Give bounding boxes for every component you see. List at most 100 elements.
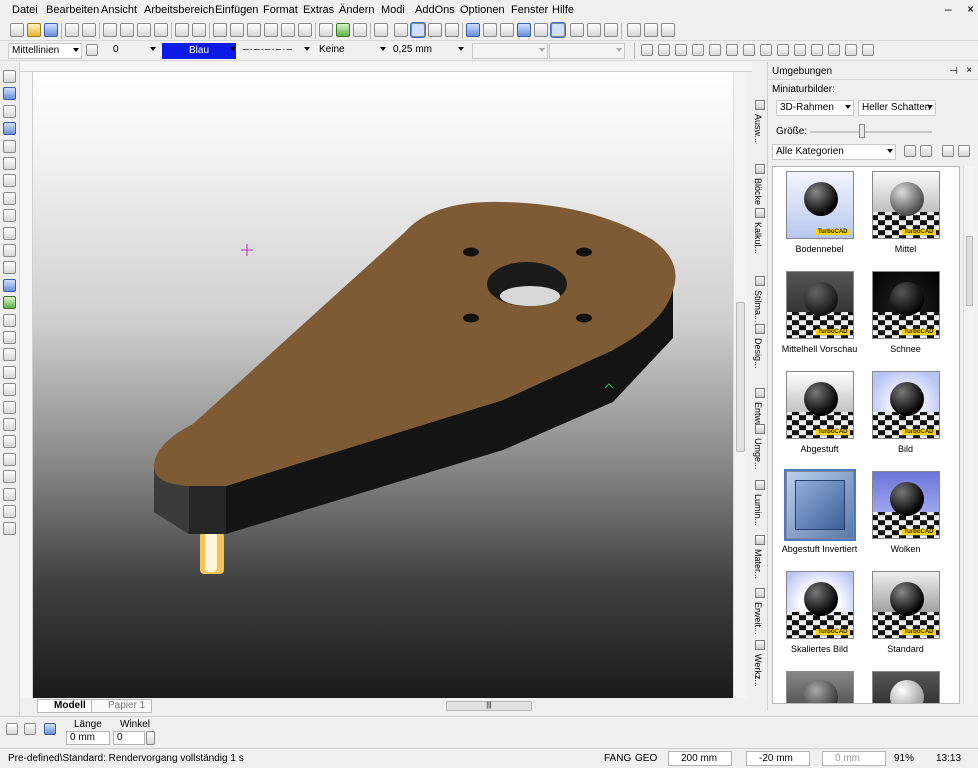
ungroup-icon[interactable] [794, 44, 806, 56]
cut-icon[interactable] [103, 23, 117, 37]
pin-icon[interactable]: ⊣ [949, 66, 958, 77]
library-icon[interactable] [904, 145, 916, 157]
drawing-viewport[interactable] [33, 72, 733, 698]
layer-number-select[interactable]: 0 [110, 43, 158, 59]
arc-icon[interactable] [3, 174, 16, 188]
snap-toggle[interactable]: FANG [604, 753, 631, 764]
close-button[interactable]: × [967, 2, 974, 16]
select-icon[interactable] [3, 70, 16, 83]
tab-calculator[interactable]: Kalkul... [753, 208, 767, 254]
dimension-icon[interactable] [3, 313, 16, 327]
array-icon[interactable] [3, 505, 16, 518]
curve-icon[interactable] [3, 191, 16, 205]
tab-paper-1[interactable]: Papier 1 [91, 699, 153, 713]
tab-design[interactable]: Desig... [753, 324, 767, 369]
angle-stepper[interactable] [146, 731, 155, 745]
multi-line-icon[interactable] [3, 122, 16, 136]
environment-tile[interactable]: Abgestuft Invertiert [777, 469, 862, 554]
category-select[interactable]: Alle Kategorien [772, 144, 896, 160]
table-icon[interactable] [44, 723, 56, 735]
cancel-icon[interactable] [24, 723, 36, 735]
render-icon[interactable] [466, 23, 480, 37]
polygon-icon[interactable] [3, 226, 16, 240]
redo-icon[interactable] [192, 23, 206, 37]
snap-point-icon[interactable] [3, 331, 16, 344]
tab-environments[interactable]: Umge... [753, 424, 767, 470]
transform-icon[interactable] [811, 44, 823, 56]
print-preview-icon[interactable] [82, 23, 96, 37]
length-field[interactable]: 0 mm [66, 731, 110, 745]
text-icon[interactable] [3, 261, 16, 275]
spell-check-icon[interactable] [374, 23, 388, 37]
print-icon[interactable] [65, 23, 79, 37]
tab-tools[interactable]: Werkz... [753, 640, 767, 687]
frame-select[interactable]: 3D-Rahmen [776, 100, 854, 116]
rectangle-icon[interactable] [3, 209, 16, 223]
fillet-icon[interactable] [3, 400, 16, 414]
environment-tile[interactable]: TurboCAD Bild [863, 371, 948, 454]
shadow-select[interactable]: Heller Schatten [858, 100, 936, 116]
menu-fenster[interactable]: Fenster [511, 4, 548, 16]
environment-tile[interactable]: TurboCAD Schnee [863, 271, 948, 354]
menu-arbeitsbereich[interactable]: Arbeitsbereich [144, 4, 214, 16]
area-icon[interactable] [862, 44, 874, 56]
boolean-icon[interactable] [3, 470, 16, 484]
zoom-in-icon[interactable] [213, 23, 227, 37]
properties-icon[interactable] [353, 23, 367, 37]
geo-toggle[interactable]: GEO [635, 753, 657, 764]
save-icon[interactable] [44, 23, 58, 37]
shaded-icon[interactable] [517, 23, 531, 37]
display-mode-icon[interactable] [942, 145, 954, 157]
tab-styles[interactable]: Stilma... [753, 276, 767, 323]
environment-tile[interactable]: TurboCAD Mittel [863, 171, 948, 254]
close-icon[interactable]: × [966, 65, 972, 76]
linewidth-select[interactable]: 0,25 mm [390, 43, 466, 59]
open-file-icon[interactable] [27, 23, 41, 37]
palette-scrollbar[interactable] [963, 166, 975, 704]
environment-tile[interactable] [777, 671, 862, 703]
tab-luminances[interactable]: Lumin... [753, 480, 767, 526]
views-list-icon[interactable] [604, 23, 618, 37]
snap-icon[interactable] [411, 23, 425, 37]
point-icon[interactable] [3, 87, 16, 101]
tab-model[interactable]: Modell [37, 699, 93, 713]
circle-icon[interactable] [3, 157, 16, 170]
environment-tile[interactable]: TurboCAD Mittelhell Vorschau [777, 271, 862, 354]
ortho-icon[interactable] [428, 23, 442, 37]
revolve-icon[interactable] [3, 452, 16, 466]
palette-scroll-thumb[interactable] [966, 236, 973, 306]
layers-icon[interactable] [319, 23, 333, 37]
menu-aendern[interactable]: Ändern [339, 4, 374, 16]
color-fill-icon[interactable] [3, 278, 16, 292]
distribute-icon[interactable] [760, 44, 772, 56]
settings-icon[interactable] [6, 723, 18, 735]
menu-extras[interactable]: Extras [303, 4, 334, 16]
options-icon[interactable] [958, 145, 970, 157]
paste-icon[interactable] [137, 23, 151, 37]
view-icon[interactable] [587, 23, 601, 37]
size-slider-track[interactable] [810, 131, 932, 133]
viewport-vertical-scrollbar[interactable] [733, 72, 747, 698]
offset-icon[interactable] [3, 383, 16, 397]
menu-addons[interactable]: AddOns [415, 4, 455, 16]
zoom-out-icon[interactable] [230, 23, 244, 37]
line-icon[interactable] [3, 104, 16, 118]
query-icon[interactable] [845, 44, 857, 56]
format-painter-icon[interactable] [154, 23, 168, 37]
viewport-vertical-scroll-thumb[interactable] [736, 302, 745, 452]
viewport-horizontal-scroll-thumb[interactable]: ||| [446, 701, 532, 711]
polyline-icon[interactable] [3, 139, 16, 153]
menu-bearbeiten[interactable]: Bearbeiten [46, 4, 99, 16]
menu-einfuegen[interactable]: Einfügen [215, 4, 258, 16]
color-select[interactable]: Blau [162, 43, 236, 59]
environment-tile[interactable]: TurboCAD Standard [863, 571, 948, 654]
extrude-icon[interactable] [3, 435, 16, 449]
tab-selection[interactable]: Ausw... [753, 100, 767, 143]
zoom-page-icon[interactable] [281, 23, 295, 37]
copy-object-icon[interactable] [3, 522, 16, 536]
insert-icon[interactable] [3, 296, 16, 310]
help-pointer-icon[interactable] [661, 23, 675, 37]
hatch-icon[interactable] [3, 244, 16, 257]
align-left-icon[interactable] [709, 44, 721, 56]
group-icon[interactable] [777, 44, 789, 56]
